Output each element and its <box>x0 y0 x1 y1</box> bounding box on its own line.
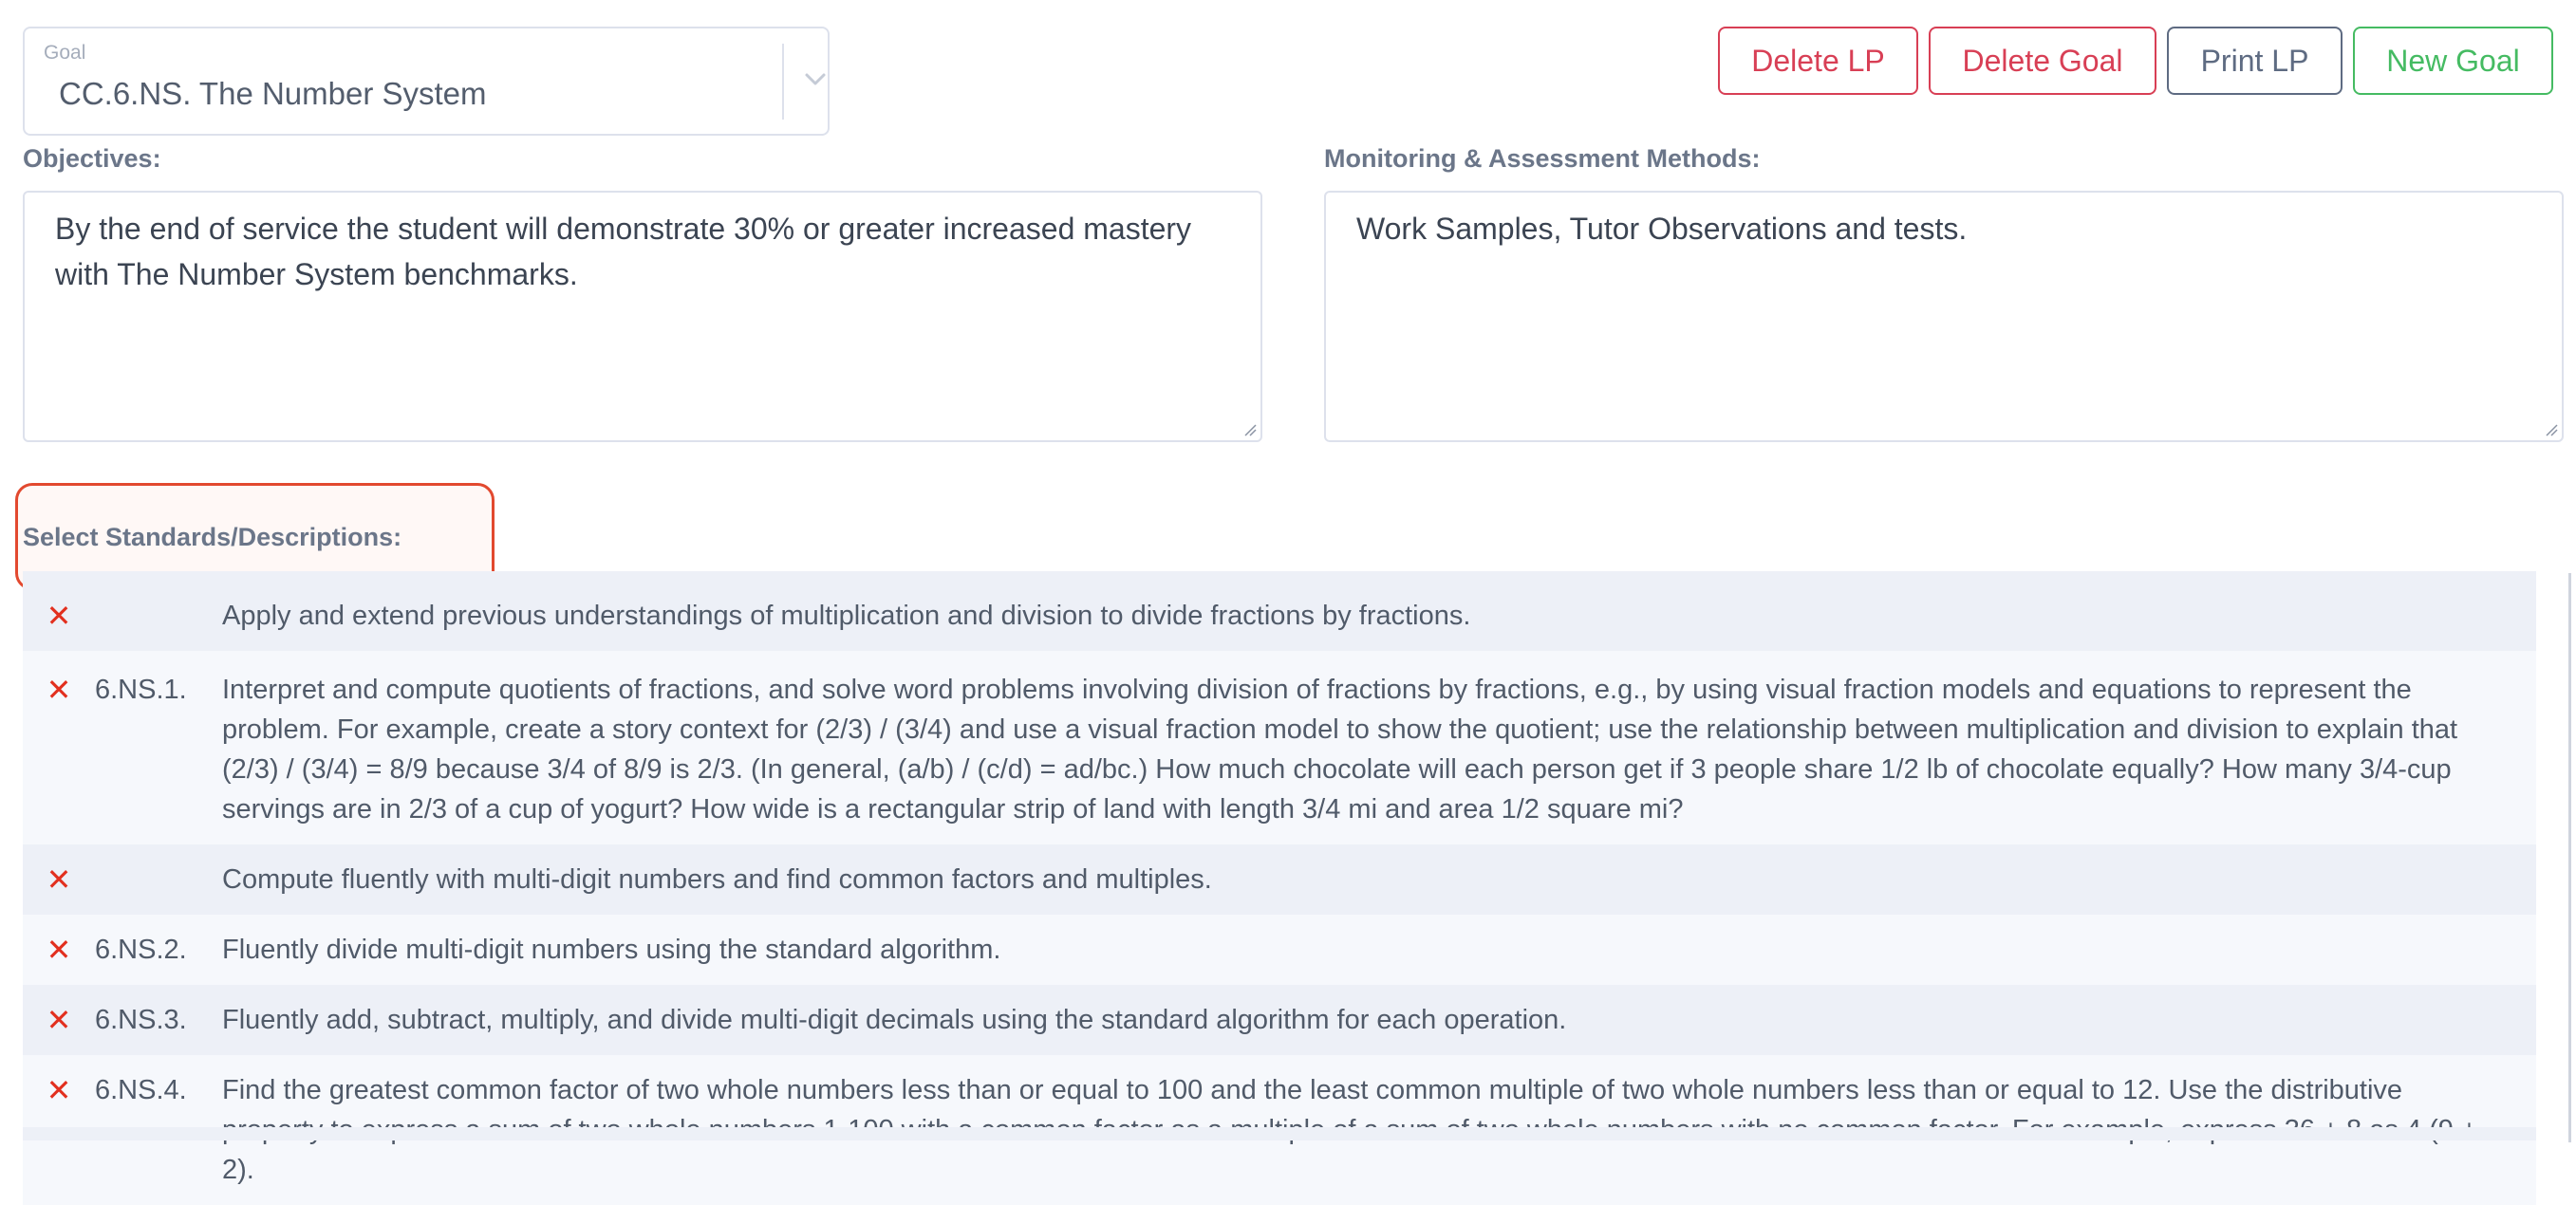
objectives-text: By the end of service the student will d… <box>55 212 1192 291</box>
select-divider <box>782 44 784 120</box>
table-row-partial <box>23 1127 2536 1140</box>
standard-code: 6.NS.2. <box>95 935 187 965</box>
table-row: ✕ 6.NS.2. Fluently divide multi-digit nu… <box>23 915 2536 985</box>
close-icon[interactable]: ✕ <box>23 670 95 710</box>
table-row: ✕ 6.NS.1. Interpret and compute quotient… <box>23 651 2536 844</box>
table-row: ✕ Apply and extend previous understandin… <box>23 571 2536 651</box>
close-icon[interactable]: ✕ <box>23 1070 95 1110</box>
standard-description: Fluently add, subtract, multiply, and di… <box>222 1005 1567 1035</box>
standards-table: ✕ Apply and extend previous understandin… <box>23 571 2536 1205</box>
close-icon[interactable]: ✕ <box>23 930 95 970</box>
new-goal-button[interactable]: New Goal <box>2353 27 2553 95</box>
print-lp-button[interactable]: Print LP <box>2167 27 2343 95</box>
goal-select[interactable]: Goal CC.6.NS. The Number System <box>23 27 830 136</box>
objectives-textarea[interactable]: By the end of service the student will d… <box>23 191 1262 442</box>
goal-value: CC.6.NS. The Number System <box>59 76 487 111</box>
table-row: ✕ Compute fluently with multi-digit numb… <box>23 844 2536 915</box>
close-icon[interactable]: ✕ <box>23 596 95 636</box>
delete-goal-button[interactable]: Delete Goal <box>1929 27 2156 95</box>
resize-handle-icon[interactable] <box>1241 421 1257 436</box>
monitoring-label: Monitoring & Assessment Methods: <box>1324 144 1761 173</box>
chevron-down-icon[interactable] <box>803 66 828 91</box>
scrollbar-track[interactable] <box>2568 573 2571 1142</box>
delete-lp-button[interactable]: Delete LP <box>1718 27 1918 95</box>
table-row: ✕ 6.NS.3. Fluently add, subtract, multip… <box>23 985 2536 1055</box>
resize-handle-icon[interactable] <box>2543 421 2558 436</box>
standard-description: Fluently divide multi-digit numbers usin… <box>222 935 1001 965</box>
standard-description: Apply and extend previous understandings… <box>222 601 1471 631</box>
standard-code: 6.NS.3. <box>95 1005 187 1035</box>
close-icon[interactable]: ✕ <box>23 1000 95 1040</box>
objectives-label: Objectives: <box>23 144 161 173</box>
goal-label: Goal <box>44 42 86 64</box>
standard-code: 6.NS.4. <box>95 1075 187 1105</box>
monitoring-text: Work Samples, Tutor Observations and tes… <box>1356 212 1968 246</box>
standards-label: Select Standards/Descriptions: <box>23 523 402 551</box>
close-icon[interactable]: ✕ <box>23 860 95 899</box>
action-buttons: Delete LP Delete Goal Print LP New Goal <box>1718 27 2553 95</box>
monitoring-textarea[interactable]: Work Samples, Tutor Observations and tes… <box>1324 191 2564 442</box>
standard-description: Interpret and compute quotients of fract… <box>222 675 2458 825</box>
standard-code: 6.NS.1. <box>95 675 187 705</box>
standard-description: Compute fluently with multi-digit number… <box>222 864 1212 895</box>
